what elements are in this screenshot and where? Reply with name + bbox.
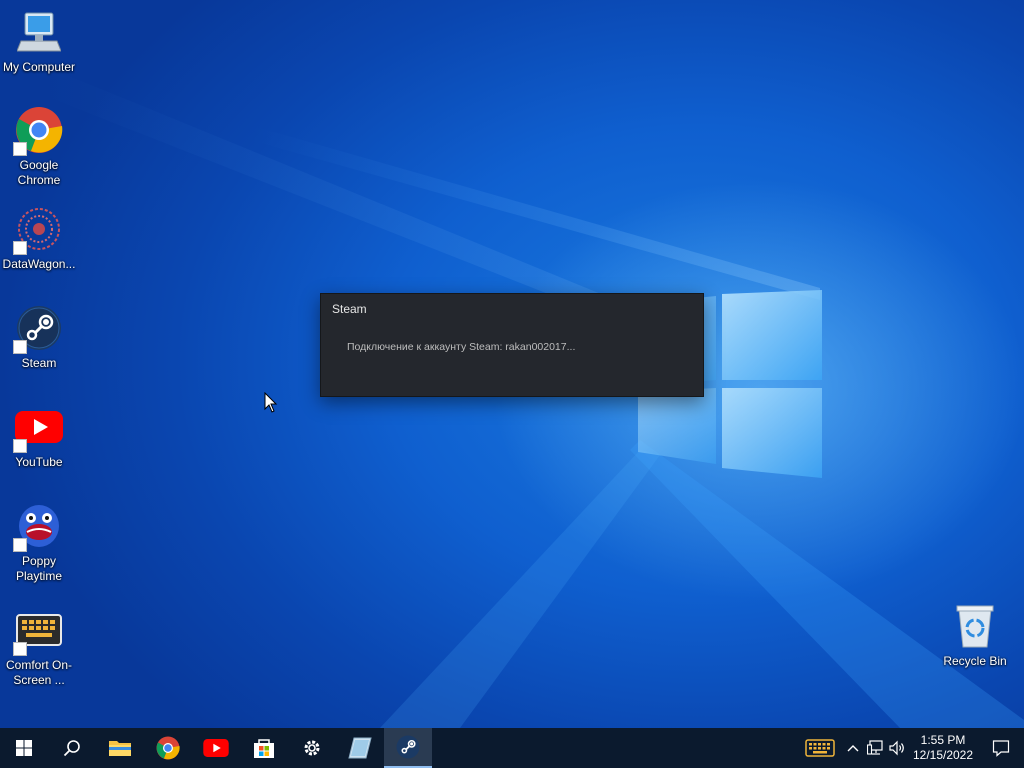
- desktop-icon-youtube[interactable]: YouTube: [0, 403, 79, 470]
- desktop-icon-label: Recycle Bin: [943, 654, 1007, 668]
- chrome-icon: [156, 736, 180, 760]
- youtube-icon: [13, 403, 63, 453]
- desktop-icon-google-chrome[interactable]: Google Chrome: [0, 106, 79, 188]
- steam-icon: [13, 304, 63, 354]
- desktop-icon-recycle-bin[interactable]: Recycle Bin: [935, 602, 1015, 669]
- keyboard-icon: [805, 739, 835, 757]
- file-explorer-icon: [109, 741, 131, 756]
- speaker-icon: [889, 740, 904, 756]
- taskbar-steam[interactable]: [384, 728, 432, 768]
- shortcut-arrow-icon: [13, 241, 27, 255]
- start-icon: [16, 740, 32, 756]
- notification-icon: [992, 740, 1010, 757]
- datawagon-icon: [13, 205, 63, 255]
- dialog-message: Подключение к аккаунту Steam: rakan00201…: [347, 341, 576, 353]
- taskbar-microsoft-store[interactable]: [240, 728, 288, 768]
- search-button[interactable]: [48, 728, 96, 768]
- network-icon: [867, 740, 883, 755]
- search-icon: [63, 740, 80, 757]
- taskbar: 1:55 PM 12/15/2022: [0, 728, 1024, 768]
- desktop-icon-datawagon[interactable]: DataWagon...: [0, 205, 79, 272]
- taskbar-youtube[interactable]: [192, 728, 240, 768]
- computer-icon: [15, 8, 63, 56]
- recycle-bin-icon: [951, 602, 999, 650]
- clock-date: 12/15/2022: [912, 748, 974, 762]
- keyboard-icon: [13, 606, 63, 656]
- volume-button[interactable]: [886, 728, 908, 768]
- touch-keyboard-button[interactable]: [798, 728, 842, 768]
- store-icon: [254, 739, 274, 758]
- desktop-icon-steam[interactable]: Steam: [0, 304, 79, 371]
- taskbar-chrome[interactable]: [144, 728, 192, 768]
- desktop-icon-label: My Computer: [2, 60, 76, 74]
- clock-time: 1:55 PM: [920, 733, 966, 747]
- desktop[interactable]: My Computer Google Chrome DataWagon... S…: [0, 0, 1024, 728]
- youtube-icon: [203, 739, 229, 757]
- desktop-icon-poppy-playtime[interactable]: Poppy Playtime: [0, 502, 79, 584]
- steam-icon: [396, 735, 420, 759]
- desktop-icon-comfort-on-screen[interactable]: Comfort On-Screen ...: [0, 606, 79, 688]
- mouse-cursor-icon: [264, 392, 278, 413]
- dialog-title: Steam: [332, 302, 367, 316]
- taskbar-notes-app[interactable]: [336, 728, 384, 768]
- desktop-icon-label: Poppy Playtime: [15, 554, 62, 583]
- desktop-icon-my-computer[interactable]: My Computer: [0, 8, 79, 75]
- desktop-icon-label: DataWagon...: [2, 257, 76, 271]
- desktop-icon-label: YouTube: [15, 455, 63, 469]
- settings-icon: [304, 740, 320, 756]
- steam-connecting-dialog[interactable]: Steam Подключение к аккаунту Steam: raka…: [320, 293, 704, 397]
- notes-icon: [348, 737, 372, 759]
- taskbar-file-explorer[interactable]: [96, 728, 144, 768]
- clock[interactable]: 1:55 PM 12/15/2022: [908, 728, 978, 768]
- system-tray: 1:55 PM 12/15/2022: [798, 728, 1024, 768]
- desktop-icon-label: Comfort On-Screen ...: [5, 658, 72, 687]
- desktop-icon-label: Steam: [21, 356, 57, 370]
- desktop-icon-label: Google Chrome: [17, 158, 61, 187]
- chrome-icon: [13, 106, 63, 156]
- network-button[interactable]: [864, 728, 886, 768]
- chevron-up-icon: [847, 745, 859, 752]
- shortcut-arrow-icon: [13, 340, 27, 354]
- start-button[interactable]: [0, 728, 48, 768]
- show-hidden-icons-button[interactable]: [842, 728, 864, 768]
- taskbar-settings[interactable]: [288, 728, 336, 768]
- shortcut-arrow-icon: [13, 538, 27, 552]
- action-center-button[interactable]: [978, 728, 1024, 768]
- shortcut-arrow-icon: [13, 439, 27, 453]
- shortcut-arrow-icon: [13, 642, 27, 656]
- poppy-playtime-icon: [13, 502, 63, 552]
- shortcut-arrow-icon: [13, 142, 27, 156]
